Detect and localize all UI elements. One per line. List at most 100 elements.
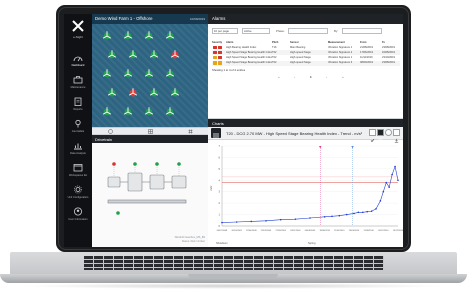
sensor-alarm-dot: [112, 162, 116, 166]
turbine-icon[interactable]: [165, 30, 175, 40]
table-cell: High-speed Stage: [290, 50, 311, 54]
drivetrain-header: Drivetrain: [92, 135, 208, 143]
y-tick-label: 3: [219, 190, 221, 194]
nav-item-journalists[interactable]: Journalists: [64, 116, 92, 138]
alarms-pager: « ‹ 1 › »: [278, 74, 358, 79]
turbine-icon[interactable]: [128, 49, 138, 59]
turbine-icon[interactable]: [123, 30, 133, 40]
nav-item-data-analysis[interactable]: Data Analysis: [64, 138, 92, 160]
column-header[interactable]: Pitch: [272, 41, 278, 44]
turbine-icon[interactable]: [144, 68, 154, 78]
turbine-icon[interactable]: [149, 87, 159, 97]
table-row[interactable]: High Speed Stage Bearing Health Index T02…: [212, 60, 400, 66]
status-select[interactable]: Active: [242, 28, 270, 34]
nav-item-reports[interactable]: Reports: [64, 94, 92, 116]
alarms-showing: Showing 1 to 4 of 4 entries: [212, 68, 246, 72]
data-point: [353, 212, 355, 215]
turbine-icon[interactable]: [123, 106, 133, 116]
turbine-icon[interactable]: [102, 106, 112, 116]
column-header[interactable]: To: [382, 41, 385, 44]
pin-icon: [75, 119, 81, 128]
y-tick-label: 2: [219, 201, 221, 205]
x-tick-label: 11/04/2010: [334, 230, 345, 232]
y-tick-label: 5: [219, 167, 221, 171]
drivetrain-footer: Windmill Gearbox_MS_B4 Status: Red / Amb…: [175, 236, 205, 243]
table-cell: Main Bearing: [290, 45, 306, 49]
x-tick-label: 06/07/2008: [217, 230, 228, 232]
table-cell: 23/08/2019: [382, 45, 395, 49]
data-point: [375, 208, 377, 210]
legend-spring: Spring: [308, 241, 316, 245]
column-header[interactable]: Alarm: [226, 41, 233, 44]
data-point: [331, 215, 333, 218]
user-icon: [74, 207, 82, 216]
data-point: [362, 211, 364, 214]
table-cell: Vibration Signature 1: [328, 56, 353, 60]
table-cell: 22/08/2019: [382, 50, 395, 54]
turbine-icon[interactable]: [107, 49, 117, 59]
drivetrain-schematic[interactable]: [98, 145, 202, 227]
y-tick-label: 7: [219, 144, 221, 148]
turbine-icon[interactable]: [123, 68, 133, 78]
table-cell: High Bearing Health Index: [226, 45, 257, 49]
turbine-icon[interactable]: [170, 87, 180, 97]
column-header[interactable]: Measurement: [328, 41, 345, 44]
turbine-icon[interactable]: [107, 87, 117, 97]
table-cell: High-speed Stage: [290, 61, 311, 65]
x-tick-label: 22/05/2009: [261, 230, 272, 232]
wind-farm-panel: Demo Wind Farm 1 - Offshore 10/09/2019: [92, 14, 208, 135]
nav-item-label: User Information: [68, 218, 88, 221]
nav-item-user-information[interactable]: User Information: [64, 204, 92, 226]
alarms-panel: Alarms 10 per page Active Phase: By: Sev…: [208, 14, 403, 118]
turbine-icon[interactable]: [165, 68, 175, 78]
pager-button[interactable]: ‹: [294, 75, 295, 79]
turbine-icon[interactable]: [165, 106, 175, 116]
table-cell: T16: [272, 45, 277, 49]
turbine-icon[interactable]: [144, 106, 154, 116]
nav-item-label: Workspaces list: [68, 174, 88, 177]
wind-farm-date: 10/09/2019: [189, 16, 205, 21]
table-cell: 08/09/2019: [360, 61, 373, 65]
nav-item-dashboard[interactable]: Dashboard: [64, 50, 92, 72]
menu-button[interactable]: [211, 128, 221, 139]
y-tick-label: 4: [219, 178, 221, 182]
pager-button[interactable]: ›: [326, 75, 327, 79]
check-icon[interactable]: [369, 129, 376, 142]
laptop-notch: [188, 274, 278, 278]
turbine-icon[interactable]: [128, 87, 138, 97]
table-cell: High Speed Stage Bearing Health Index: [226, 50, 272, 54]
column-header[interactable]: Severity: [212, 41, 222, 44]
turbine-icon[interactable]: [149, 49, 159, 59]
nav-item-unit-configuration[interactable]: Unit Configuration: [64, 182, 92, 204]
alarms-filters: 10 per page Active Phase: By:: [212, 28, 400, 34]
by-select[interactable]: [342, 28, 382, 34]
phase-select[interactable]: [288, 28, 328, 34]
nav-item-maintenance[interactable]: Maintenance: [64, 72, 92, 94]
speedometer-icon: [73, 56, 83, 62]
turbine-icon[interactable]: [102, 30, 112, 40]
nav-item-workspaces-list[interactable]: Workspaces list: [64, 160, 92, 182]
pager-button[interactable]: »: [342, 75, 344, 79]
nav-item-label: Data Analysis: [70, 152, 86, 155]
turbine-icon[interactable]: [102, 68, 112, 78]
cross-logo-icon: [72, 20, 84, 32]
column-header[interactable]: From: [360, 41, 366, 44]
page-size-select[interactable]: 10 per page: [212, 28, 238, 34]
fullscreen-icon[interactable]: [377, 129, 384, 143]
event-flag-icon: [319, 146, 322, 149]
nav-item-label: Reports: [73, 108, 83, 111]
alarms-table-header: Severity Alarm Pitch Sensor Measurement From T…: [212, 40, 400, 44]
download-icon[interactable]: [393, 129, 400, 143]
turbine-icon[interactable]: [144, 30, 154, 40]
pager-button[interactable]: «: [278, 75, 280, 79]
turbine-icon[interactable]: [170, 49, 180, 59]
wind-farm-map[interactable]: [92, 24, 208, 127]
trend-chart[interactable]: 0 1 2 3 4 5 6 7 m/s² 06/07/2008 26/01/2009 22/04/20…: [208, 140, 403, 247]
table-cell: T02: [272, 56, 277, 60]
pager-button[interactable]: 1: [310, 75, 312, 79]
data-point: [265, 220, 267, 222]
app-screen: e-Sight Dashboard Maintenance Reports Journ…: [64, 14, 403, 247]
column-header[interactable]: Sensor: [290, 41, 299, 44]
data-point: [250, 220, 253, 223]
refresh-icon[interactable]: [385, 129, 392, 136]
